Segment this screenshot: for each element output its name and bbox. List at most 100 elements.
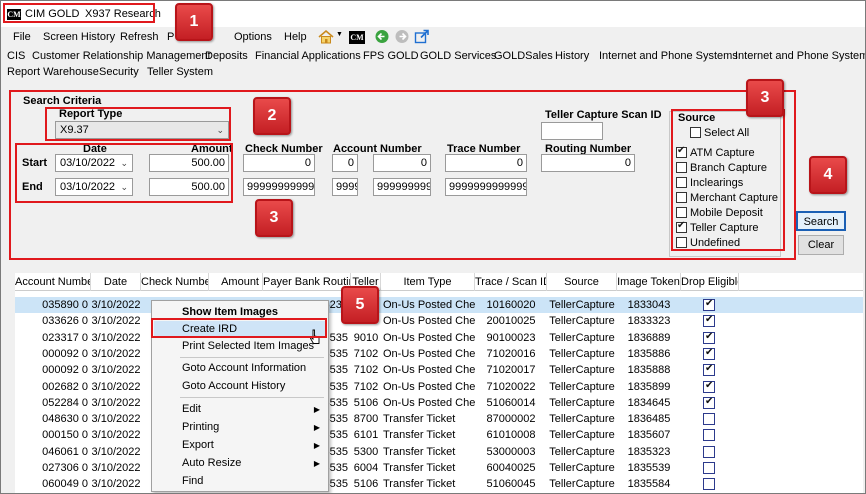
drop-eligible-checkbox[interactable] — [703, 314, 715, 328]
ctx-auto-resize[interactable]: Auto Resize ▶ — [154, 455, 326, 472]
cell-token: 1835888 — [627, 364, 671, 377]
col-payer-bank-routing[interactable]: Payer Bank Routing — [263, 273, 351, 291]
table-row[interactable]: 027306 0 3/10/2022 13535 6004 Transfer Ticke… — [15, 460, 863, 476]
menu-help[interactable]: Help — [284, 31, 307, 43]
system-cis[interactable]: CIS — [7, 50, 25, 62]
col-account-number[interactable]: Account Number — [15, 273, 91, 291]
cell-trace: 90100023 — [486, 331, 536, 344]
system-teller-system[interactable]: Teller System — [147, 66, 213, 78]
table-row[interactable]: 000092 0 3/10/2022 13535 7102 On-Us Posted C… — [15, 362, 863, 378]
table-row[interactable]: 023317 0 3/10/2022 13535 9010 On-Us Posted C… — [15, 330, 863, 346]
ctx-goto-account-information[interactable]: Goto Account Information — [154, 360, 326, 377]
system-goldsales[interactable]: GOLDSales — [494, 50, 553, 62]
table-row[interactable]: 052284 0 3/10/2022 13535 5106 On-Us Posted C… — [15, 395, 863, 411]
cell-source: TellerCapture — [549, 396, 615, 409]
menu-refresh[interactable]: Refresh — [120, 31, 159, 43]
system-fps-gold[interactable]: FPS GOLD — [363, 50, 419, 62]
cell-teller: 7102 — [353, 364, 379, 377]
results-grid: Account Number Date Check Number Amount … — [15, 273, 863, 493]
cell-account: 000092 0 — [42, 347, 88, 360]
external-link-icon[interactable] — [414, 29, 430, 44]
ctx-separator — [180, 397, 324, 398]
submenu-arrow-icon: ▶ — [313, 441, 320, 450]
ctx-find[interactable]: Find — [154, 473, 326, 490]
col-drop-eligible[interactable]: Drop Eligible — [681, 273, 739, 291]
cell-teller: 5106 — [353, 478, 379, 491]
drop-eligible-checkbox[interactable] — [703, 363, 715, 377]
system-financial-applications[interactable]: Financial Applications — [255, 50, 361, 62]
cell-source: TellerCapture — [549, 478, 615, 491]
menu-file[interactable]: File — [13, 31, 31, 43]
col-source[interactable]: Source — [547, 273, 617, 291]
cell-teller: 9010 — [353, 331, 379, 344]
system-gold-services[interactable]: GOLD Services — [420, 50, 496, 62]
drop-eligible-checkbox[interactable] — [703, 413, 715, 426]
cell-token: 1835886 — [627, 347, 671, 360]
system-crm[interactable]: Customer Relationship Management — [32, 50, 211, 62]
submenu-arrow-icon: ▶ — [313, 459, 320, 468]
system-internet-phone-s[interactable]: Internet and Phone Systems S — [735, 50, 865, 62]
home-icon[interactable] — [318, 29, 334, 44]
annotation-box-date-amount — [15, 143, 233, 203]
system-deposits[interactable]: Deposits — [205, 50, 248, 62]
drop-eligible-checkbox[interactable] — [703, 462, 715, 474]
cell-token: 1836889 — [627, 331, 671, 344]
table-row[interactable]: 048630 0 3/10/2022 13535 8700 Transfer Ticke… — [15, 411, 863, 427]
cell-teller: 6101 — [353, 429, 379, 442]
cell-teller: 8700 — [353, 413, 379, 426]
menu-screen-history[interactable]: Screen History — [43, 31, 115, 43]
col-date[interactable]: Date — [91, 273, 141, 291]
drop-eligible-checkbox[interactable] — [703, 347, 715, 360]
col-trace-scan-id[interactable]: Trace / Scan ID — [475, 273, 547, 291]
app-window: CM CIM GOLD X937 Research File Screen Hi… — [0, 0, 866, 494]
back-arrow-icon[interactable] — [374, 29, 390, 44]
table-row[interactable]: 046061 0 3/10/2022 13535 5300 Transfer Ticke… — [15, 444, 863, 460]
home-dropdown-icon[interactable]: ▼ — [336, 31, 343, 38]
cell-type: On-Us Posted Check — [383, 315, 475, 328]
system-report-warehouse[interactable]: Report Warehouse — [7, 66, 99, 78]
cim-logo-icon[interactable]: CM — [349, 31, 365, 44]
clear-button[interactable]: Clear — [798, 235, 844, 255]
system-internet-phone[interactable]: Internet and Phone Systems — [599, 50, 738, 62]
ctx-printing[interactable]: Printing ▶ — [154, 419, 326, 436]
menu-options[interactable]: Options — [234, 31, 272, 43]
ctx-export[interactable]: Export ▶ — [154, 437, 326, 454]
search-button[interactable]: Search — [796, 211, 846, 231]
drop-eligible-checkbox[interactable] — [703, 478, 715, 491]
system-security[interactable]: Security — [99, 66, 139, 78]
table-row[interactable]: 033626 03/10/2022 On-Us Posted Check 20010… — [15, 313, 863, 329]
ctx-edit[interactable]: Edit ▶ — [154, 401, 326, 418]
drop-eligible-checkbox[interactable] — [703, 396, 715, 409]
table-row[interactable]: 060049 0 3/10/2022 13535 5106 Transfer Ticke… — [15, 476, 863, 492]
ctx-goto-account-history[interactable]: Goto Account History — [154, 378, 326, 395]
menu-p[interactable]: P — [167, 31, 174, 43]
cell-trace: 71020016 — [486, 347, 536, 360]
cell-type: Transfer Ticket — [383, 429, 456, 442]
col-item-type[interactable]: Item Type — [381, 273, 475, 291]
table-row[interactable]: 000092 0 3/10/2022 13535 7102 On-Us Posted C… — [15, 346, 863, 362]
annotation-box-create-ird — [151, 318, 327, 338]
col-image-token[interactable]: Image Token — [617, 273, 681, 291]
drop-eligible-checkbox[interactable] — [703, 429, 715, 442]
drop-eligible-checkbox[interactable] — [703, 445, 715, 458]
cell-account: 052284 0 — [42, 396, 88, 409]
cell-type: On-Us Posted Check — [383, 299, 475, 311]
ctx-print-selected-item-images[interactable]: Print Selected Item Images — [154, 338, 326, 355]
drop-eligible-checkbox[interactable] — [703, 380, 715, 393]
system-history[interactable]: History — [555, 50, 589, 62]
col-check-number[interactable]: Check Number — [141, 273, 209, 291]
drop-eligible-checkbox[interactable] — [703, 331, 715, 344]
table-row[interactable]: 000150 0 3/10/2022 13535 6101 Transfer Ticke… — [15, 427, 863, 443]
table-row[interactable]: 002682 0 3/10/2022 13535 7102 On-Us Posted C… — [15, 379, 863, 395]
cell-type: On-Us Posted Check — [383, 331, 475, 344]
drop-eligible-checkbox[interactable] — [703, 298, 715, 311]
cell-account: 000150 0 — [42, 429, 88, 442]
forward-arrow-icon[interactable] — [394, 29, 410, 44]
col-amount[interactable]: Amount — [209, 273, 263, 291]
cell-token: 1835899 — [627, 380, 671, 393]
cell-type: On-Us Posted Check — [383, 347, 475, 360]
ctx-edit-label: Edit — [182, 403, 201, 415]
cell-date: 3/10/2022 — [91, 299, 141, 311]
annotation-box-source — [671, 109, 785, 251]
table-row[interactable]: 035890 03/10/202294000500.0018235On-Us P… — [15, 297, 863, 313]
